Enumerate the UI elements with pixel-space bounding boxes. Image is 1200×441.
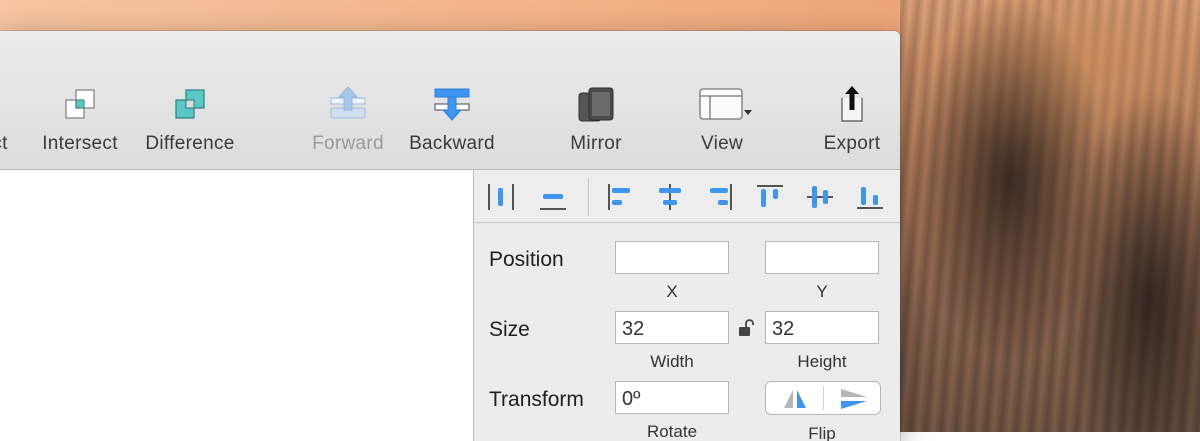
mirror-label: Mirror [570, 133, 622, 154]
align-bottom-icon[interactable] [854, 181, 886, 213]
width-input[interactable]: 32 [615, 311, 729, 344]
difference-button[interactable]: Difference [138, 81, 242, 155]
export-icon [816, 81, 888, 127]
mirror-button[interactable]: Mirror [560, 81, 632, 155]
backward-button[interactable]: Backward [404, 81, 500, 155]
alignment-toolbar [474, 170, 900, 223]
toolbar: ct Intersect Difference [0, 31, 900, 170]
export-label: Export [823, 133, 881, 154]
subtract-button[interactable]: ct [0, 81, 22, 155]
bring-forward-icon [306, 81, 390, 127]
difference-icon [138, 81, 242, 127]
transform-label: Transform [489, 388, 584, 411]
position-y-input[interactable] [765, 241, 879, 274]
position-y-caption: Y [816, 282, 828, 301]
size-label: Size [489, 318, 530, 341]
align-vertical-center-icon[interactable] [804, 181, 836, 213]
view-button[interactable]: View [682, 81, 762, 155]
flip-control [765, 381, 881, 415]
chevron-down-icon [744, 110, 752, 115]
align-right-icon[interactable] [704, 181, 736, 213]
view-layout-icon [682, 81, 762, 127]
height-caption: Height [797, 352, 847, 371]
subtract-icon [0, 81, 22, 127]
toolbar-separator [588, 178, 589, 216]
app-window: ct Intersect Difference [0, 31, 900, 441]
unlocked-icon[interactable] [738, 319, 754, 342]
position-x-input[interactable] [615, 241, 729, 274]
subtract-label: ct [0, 133, 8, 154]
inspector-panel: Position X Y Size 32 32 Width Height Tra… [473, 170, 900, 441]
flip-vertical-icon[interactable] [838, 387, 870, 416]
align-horizontal-center-icon[interactable] [654, 181, 686, 213]
intersect-button[interactable]: Intersect [36, 81, 124, 155]
export-button[interactable]: Export [816, 81, 888, 155]
intersect-label: Intersect [42, 133, 118, 154]
send-backward-icon [404, 81, 500, 127]
distribute-vertical-icon[interactable] [537, 181, 569, 213]
flip-divider [823, 386, 824, 410]
position-label: Position [489, 248, 564, 271]
flip-caption: Flip [808, 424, 836, 441]
view-label: View [700, 133, 744, 154]
intersect-icon [36, 81, 124, 127]
canvas-area[interactable] [0, 170, 473, 441]
align-left-icon[interactable] [604, 181, 636, 213]
forward-button[interactable]: Forward [306, 81, 390, 155]
rotate-input[interactable]: 0º [615, 381, 729, 414]
flip-horizontal-icon[interactable] [780, 387, 810, 416]
mirror-device-icon [560, 81, 632, 127]
align-top-icon[interactable] [754, 181, 786, 213]
position-x-caption: X [666, 282, 678, 301]
difference-label: Difference [145, 133, 235, 154]
forward-label: Forward [312, 133, 384, 154]
width-caption: Width [650, 352, 694, 371]
backward-label: Backward [409, 133, 495, 154]
distribute-horizontal-icon[interactable] [485, 181, 517, 213]
height-input[interactable]: 32 [765, 311, 879, 344]
